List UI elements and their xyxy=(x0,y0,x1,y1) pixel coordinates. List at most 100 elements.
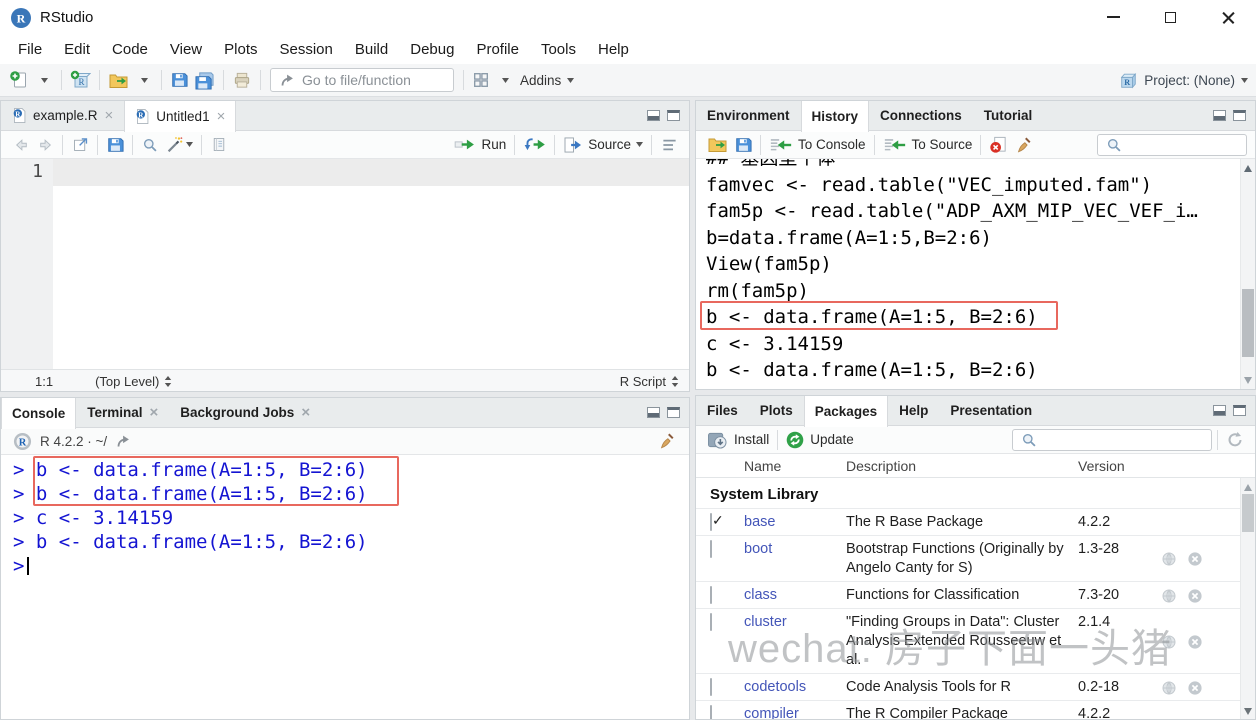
package-name-link[interactable]: boot xyxy=(744,540,846,578)
tab-example.r[interactable]: Rexample.R× xyxy=(1,101,124,130)
to-console-button[interactable]: To Console xyxy=(766,132,869,158)
close-icon[interactable]: × xyxy=(217,109,226,124)
history-list[interactable]: ## 基因型个体famvec <- read.table("VEC_impute… xyxy=(696,159,1255,390)
scope-selector[interactable]: (Top Level) xyxy=(95,374,172,389)
pane-layout-button[interactable] xyxy=(469,67,493,93)
package-name-link[interactable]: base xyxy=(744,513,846,532)
source-button[interactable]: Source xyxy=(560,132,646,158)
remove-package-icon[interactable] xyxy=(1188,552,1202,566)
file-type-selector[interactable]: R Script xyxy=(620,374,679,389)
tab-environment[interactable]: Environment xyxy=(696,101,801,130)
clear-console-button[interactable] xyxy=(654,428,679,454)
package-name-link[interactable]: class xyxy=(744,586,846,605)
pane-minimize-icon[interactable] xyxy=(647,407,660,418)
menu-help[interactable]: Help xyxy=(587,36,640,64)
refresh-button[interactable] xyxy=(1223,427,1247,453)
pane-maximize-icon[interactable] xyxy=(1233,405,1246,416)
history-entry[interactable]: fam5p <- read.table("ADP_AXM_MIP_VEC_VEF… xyxy=(706,198,1237,225)
goto-file-search[interactable] xyxy=(270,68,454,92)
package-name-link[interactable]: codetools xyxy=(744,678,846,697)
open-recent-dropdown[interactable] xyxy=(132,67,156,93)
browse-url-icon[interactable] xyxy=(1162,552,1176,566)
open-in-window-button[interactable] xyxy=(68,132,92,158)
menu-build[interactable]: Build xyxy=(344,36,399,64)
package-checkbox[interactable] xyxy=(710,613,712,631)
packages-search-input[interactable] xyxy=(1043,432,1203,448)
tab-help[interactable]: Help xyxy=(888,396,939,425)
packages-scrollbar[interactable] xyxy=(1240,478,1255,720)
close-icon[interactable]: × xyxy=(150,405,159,420)
close-icon[interactable]: × xyxy=(301,405,310,420)
menu-tools[interactable]: Tools xyxy=(530,36,587,64)
menu-debug[interactable]: Debug xyxy=(399,36,465,64)
history-entry[interactable]: b=data.frame(A=1:5,B=2:6) xyxy=(706,225,1237,252)
history-entry[interactable]: ## 基因型个体 xyxy=(706,159,1237,172)
pane-maximize-icon[interactable] xyxy=(667,407,680,418)
maximize-button[interactable] xyxy=(1148,0,1192,34)
menu-code[interactable]: Code xyxy=(101,36,159,64)
scrollbar-thumb[interactable] xyxy=(1242,289,1254,357)
scroll-down-icon[interactable] xyxy=(1244,377,1252,384)
new-project-button[interactable]: R xyxy=(67,67,94,93)
tab-background-jobs[interactable]: Background Jobs× xyxy=(169,398,321,427)
history-entry[interactable]: View(fam5p) xyxy=(706,251,1237,278)
package-checkbox[interactable] xyxy=(710,513,712,531)
outline-button[interactable] xyxy=(657,132,681,158)
pane-maximize-icon[interactable] xyxy=(1233,110,1246,121)
save-button[interactable] xyxy=(167,67,191,93)
back-button[interactable] xyxy=(9,132,33,158)
menu-profile[interactable]: Profile xyxy=(465,36,530,64)
menu-plots[interactable]: Plots xyxy=(213,36,268,64)
packages-search[interactable] xyxy=(1012,429,1212,451)
forward-button[interactable] xyxy=(33,132,57,158)
pane-layout-dropdown[interactable] xyxy=(493,67,517,93)
editor-content[interactable]: 1 xyxy=(1,159,689,369)
close-button[interactable] xyxy=(1206,0,1250,34)
scroll-up-icon[interactable] xyxy=(1244,165,1252,172)
pane-minimize-icon[interactable] xyxy=(647,110,660,121)
print-button[interactable] xyxy=(229,67,255,93)
history-entry[interactable]: rm(fam5p) xyxy=(706,278,1237,305)
find-replace-button[interactable] xyxy=(138,132,162,158)
history-entry[interactable]: c <- 3.14159 xyxy=(706,331,1237,358)
history-entry[interactable]: b <- data.frame(A=1:5, B=2:6) xyxy=(706,357,1237,384)
tab-terminal[interactable]: Terminal× xyxy=(76,398,169,427)
to-source-button[interactable]: To Source xyxy=(880,132,976,158)
open-file-button[interactable] xyxy=(105,67,132,93)
remove-package-icon[interactable] xyxy=(1188,589,1202,603)
editor-save-button[interactable] xyxy=(103,132,127,158)
compile-report-button[interactable] xyxy=(207,132,231,158)
update-button[interactable]: Update xyxy=(783,427,857,453)
goto-file-input[interactable] xyxy=(302,72,445,88)
history-entry[interactable]: famvec <- read.table("VEC_imputed.fam") xyxy=(706,172,1237,199)
project-selector[interactable]: R Project: (None) xyxy=(1119,71,1248,90)
remove-package-icon[interactable] xyxy=(1188,681,1202,695)
tab-tutorial[interactable]: Tutorial xyxy=(973,101,1044,130)
tab-plots[interactable]: Plots xyxy=(749,396,804,425)
save-history-button[interactable] xyxy=(731,132,755,158)
pane-minimize-icon[interactable] xyxy=(1213,110,1226,121)
run-button[interactable]: Run xyxy=(451,132,509,158)
history-scrollbar[interactable] xyxy=(1240,159,1255,390)
load-history-button[interactable] xyxy=(704,132,731,158)
console-output[interactable]: > b <- data.frame(A=1:5, B=2:6)> b <- da… xyxy=(1,455,689,578)
tab-untitled1[interactable]: RUntitled1× xyxy=(124,101,236,132)
code-tools-button[interactable] xyxy=(162,132,196,158)
remove-entry-button[interactable] xyxy=(986,132,1011,158)
pane-minimize-icon[interactable] xyxy=(1213,405,1226,416)
package-checkbox[interactable] xyxy=(710,586,712,604)
save-all-button[interactable] xyxy=(191,67,218,93)
scroll-up-icon[interactable] xyxy=(1244,484,1252,491)
history-search[interactable] xyxy=(1097,134,1247,156)
tab-console[interactable]: Console xyxy=(1,398,76,429)
package-checkbox[interactable] xyxy=(710,540,712,558)
menu-session[interactable]: Session xyxy=(269,36,344,64)
clear-history-button[interactable] xyxy=(1011,132,1036,158)
package-checkbox[interactable] xyxy=(710,678,712,696)
close-icon[interactable]: × xyxy=(105,108,114,123)
menu-edit[interactable]: Edit xyxy=(53,36,101,64)
install-button[interactable]: Install xyxy=(704,427,772,453)
tab-files[interactable]: Files xyxy=(696,396,749,425)
minimize-button[interactable] xyxy=(1091,0,1135,34)
history-entry[interactable]: b <- data.frame(A=1:5, B=2:6) xyxy=(706,304,1237,331)
